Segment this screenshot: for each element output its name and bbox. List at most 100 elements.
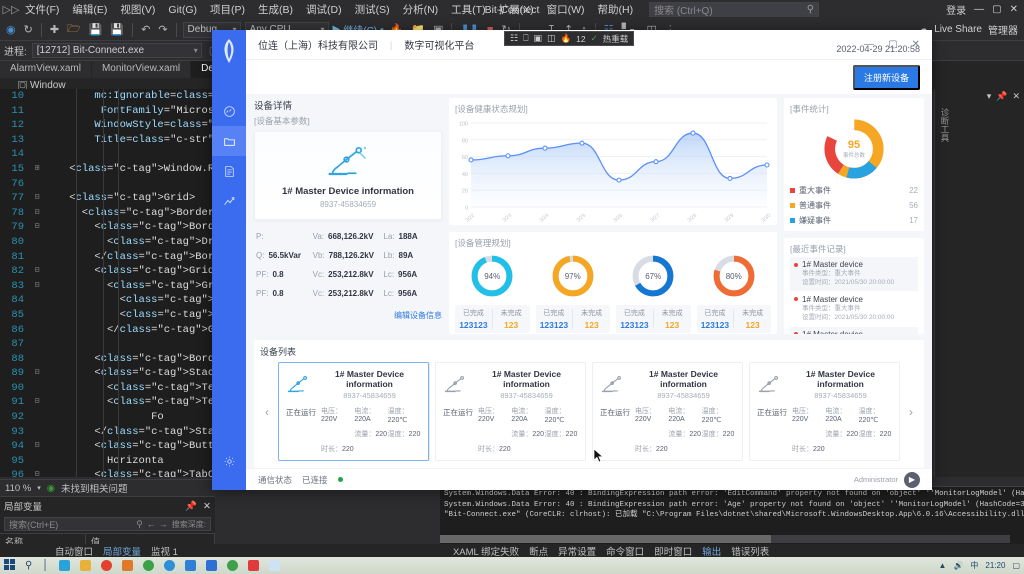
device-card[interactable]: 1# Master Device information 8937-4583465… — [592, 362, 743, 461]
output-scrollbar[interactable] — [440, 535, 1010, 543]
menu-test[interactable]: 测试(S) — [353, 1, 392, 18]
hot-reload-label[interactable]: 热重载 — [603, 33, 629, 45]
bit-connect-icon[interactable] — [268, 560, 280, 571]
device-card[interactable]: 1# Master Device information 8937-4583465… — [435, 362, 586, 461]
legend-item[interactable]: 重大事件 22 — [790, 185, 918, 196]
opera-icon[interactable] — [100, 560, 112, 571]
menu-window[interactable]: 窗口(W) — [545, 1, 587, 18]
back-arrow-icon[interactable]: ◉ — [4, 23, 18, 36]
gauge-item[interactable]: 80% 已完成 123123 未完成 123 — [696, 253, 771, 333]
tab-output[interactable]: 输出 — [702, 544, 721, 558]
menu-build[interactable]: 生成(B) — [256, 1, 295, 18]
tab-command-window[interactable]: 命令窗口 — [606, 544, 644, 558]
menu-edit[interactable]: 编辑(E) — [70, 1, 109, 18]
toggle-panel-icon[interactable]: ⎕ — [523, 33, 528, 44]
pin-icon-2[interactable]: 📌 — [996, 91, 1007, 102]
edge-icon[interactable] — [163, 560, 175, 571]
chevron-right-icon[interactable]: › — [904, 405, 918, 419]
nav-next-icon[interactable]: → — [159, 519, 168, 529]
recent-events-list[interactable]: 1# Master device 事件类型：重大事件 设置时间：2021/05/30… — [790, 257, 918, 334]
list-item[interactable]: 1# Master device事件类型：重大事件设置时间：2021/05/30… — [790, 257, 918, 291]
feedback-label[interactable]: 管理器 — [988, 22, 1018, 37]
sidebar-item-devices[interactable] — [212, 126, 246, 156]
menu-project[interactable]: 项目(P) — [208, 1, 247, 18]
chevron-left-icon[interactable]: ‹ — [260, 405, 274, 419]
tab-error-list[interactable]: 错误列表 — [731, 544, 769, 558]
tab-breakpoints[interactable]: 断点 — [529, 544, 548, 558]
search-icon-3[interactable]: ⚲ — [25, 560, 32, 571]
snipaste-icon[interactable] — [247, 560, 259, 571]
legend-item[interactable]: 普通事件 56 — [790, 200, 918, 211]
network-icon[interactable]: ▲ — [939, 561, 947, 570]
event-donut-chart[interactable]: 95 事件总数 — [790, 117, 918, 181]
menu-view[interactable]: 视图(V) — [118, 1, 157, 18]
process-dropdown[interactable]: [12712] Bit-Connect.exe — [31, 43, 202, 58]
gauge-item[interactable]: 67% 已完成 123123 未完成 123 — [616, 253, 691, 333]
close-icon-2[interactable]: ✕ — [203, 501, 211, 512]
forward-arrow-icon[interactable]: ↻ — [22, 23, 35, 36]
windows-start-icon[interactable] — [4, 558, 15, 573]
pin-icon[interactable]: 📌 — [185, 501, 197, 512]
taskbar-clock[interactable]: 21:20 — [985, 561, 1005, 570]
close-icon-3[interactable]: ✕ — [1012, 91, 1020, 102]
sidebar-item-records[interactable] — [212, 156, 246, 186]
menu-debug[interactable]: 调试(D) — [304, 1, 344, 18]
app-icon[interactable] — [121, 560, 133, 571]
close-icon[interactable]: ✕ — [1010, 4, 1018, 15]
undo-icon[interactable]: ↶ — [139, 23, 152, 36]
notification-icon[interactable]: ▢ — [1012, 561, 1020, 570]
telegram-icon[interactable] — [58, 560, 70, 571]
layout-icon-2[interactable]: ▣ — [533, 33, 542, 44]
vs-menu-bar[interactable]: 文件(F) 编辑(E) 视图(V) Git(G) 项目(P) 生成(B) 调试(… — [23, 1, 635, 18]
menu-tools[interactable]: 工具(T) — [449, 1, 487, 18]
register-device-button[interactable]: 注册新设备 — [852, 64, 920, 90]
select-element-icon[interactable]: ☷ — [510, 33, 518, 44]
chevron-down-icon-3[interactable]: ▾ — [37, 484, 41, 492]
task-view-icon[interactable]: │ — [42, 560, 48, 571]
nav-prev-icon[interactable]: ← — [147, 519, 156, 529]
save-all-icon[interactable]: 💾 — [108, 23, 126, 36]
explorer-icon[interactable] — [79, 560, 91, 571]
chrome-icon[interactable] — [142, 560, 154, 571]
vs-search-input[interactable]: 搜索 (Ctrl+Q) ⚲ — [649, 2, 820, 17]
list-item[interactable]: 1# Master device事件类型：重大事件设置时间：2021/05/30… — [790, 292, 918, 326]
app2-icon[interactable] — [226, 560, 238, 571]
sidebar-item-dashboard[interactable] — [212, 96, 246, 126]
code-editor[interactable]: 10 mc:Ignorable=class="c-str">"d" Use 11 … — [0, 89, 215, 477]
tab-autos[interactable]: 自动窗口 — [55, 544, 93, 558]
ime-icon[interactable]: 中 — [970, 560, 978, 571]
vs-window-controls[interactable]: 登录 — ▢ ✕ — [946, 2, 1020, 17]
notes-icon[interactable] — [184, 560, 196, 571]
minimize-icon[interactable]: — — [974, 4, 984, 15]
gauge-item[interactable]: 94% 已完成 123123 未完成 123 — [455, 253, 530, 333]
vs-login-label[interactable]: 登录 — [946, 2, 966, 17]
tab-xaml-binding-failures[interactable]: XAML 绑定失败 — [453, 544, 519, 558]
chevron-down-icon-4[interactable]: ▾ — [987, 91, 992, 102]
live-share-label[interactable]: Live Share — [934, 24, 982, 35]
user-avatar-icon[interactable]: ▶ — [904, 471, 920, 488]
save-icon[interactable]: 💾 — [87, 23, 105, 36]
locals-search-input[interactable]: 搜索(Ctrl+E) ⚲ ← → 搜索深度: — [4, 517, 211, 531]
health-area-chart[interactable]: 0 20 40 60 80 100 3/22 3/23 3/24 3/25 3/26 3/27 3/28… — [455, 117, 772, 225]
volume-icon[interactable]: 🔊 — [953, 561, 963, 570]
legend-item[interactable]: 嫌疑事件 17 — [790, 215, 918, 226]
edit-device-link[interactable]: 编辑设备信息 — [254, 310, 442, 321]
tab-alarmview[interactable]: AlarmView.xaml — [0, 61, 92, 78]
menu-file[interactable]: 文件(F) — [23, 1, 61, 18]
device-card[interactable]: 1# Master Device information 8937-4583465… — [278, 362, 429, 461]
new-file-icon[interactable]: ✚ — [48, 23, 61, 36]
menu-extensions[interactable]: 扩展(X) — [497, 1, 536, 18]
tab-exception-settings[interactable]: 异常设置 — [558, 544, 596, 558]
tab-immediate-window[interactable]: 即时窗口 — [654, 544, 692, 558]
device-hero-card[interactable]: 1# Master Device information 8937-458346… — [254, 131, 442, 220]
device-card[interactable]: 1# Master Device information 8937-4583465… — [749, 362, 900, 461]
xaml-live-toolbar[interactable]: ☷ ⎕ ▣ ◫ 🔥 12 ✓ 热重载 — [504, 31, 635, 46]
redo-icon[interactable]: ↷ — [156, 23, 169, 36]
tab-watch1[interactable]: 监视 1 — [151, 544, 178, 558]
live-visual-tree-icon[interactable]: ◫ — [547, 33, 556, 44]
menu-help[interactable]: 帮助(H) — [595, 1, 635, 18]
sidebar-item-analytics[interactable] — [212, 186, 246, 216]
maximize-icon[interactable]: ▢ — [992, 4, 1001, 15]
tab-monitorview[interactable]: MonitorView.xaml — [91, 61, 192, 78]
gauge-item[interactable]: 97% 已完成 123123 未完成 123 — [535, 253, 610, 333]
